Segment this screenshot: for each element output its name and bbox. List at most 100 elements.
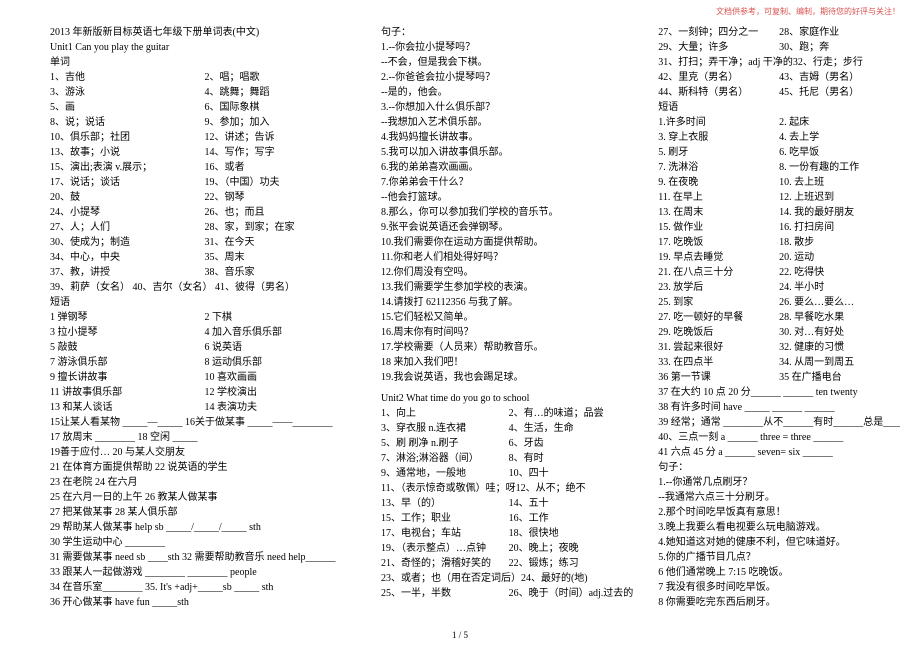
word-row: 5、画6、国际象棋: [50, 100, 359, 115]
phrase2-cell: 9. 在夜晚: [658, 175, 779, 190]
phrase-row: 3 拉小提琴4 加入音乐俱乐部: [50, 325, 359, 340]
phrase-cell: 2 下棋: [204, 310, 358, 325]
word2-row: 5、刷 刷净 n.刷子6、牙齿: [381, 436, 636, 451]
phrase2-cell: 36 第一节课: [658, 370, 779, 385]
phrase2-row: 5. 刷牙6. 吃早饭: [658, 145, 900, 160]
sentence-line: 10.我们需要你在运动方面提供帮助。: [381, 235, 636, 250]
sentence2-line: 8 你需要吃完东西后刷牙。: [658, 595, 900, 610]
phrase2-cell: 19. 早点去睡觉: [658, 250, 779, 265]
word2-cell: 2、有…的味道；品尝: [509, 406, 637, 421]
unit2-title: Unit2 What time do you go to school: [381, 391, 636, 406]
sentence-line: 2.--你爸爸会拉小提琴吗？: [381, 70, 636, 85]
fill2-line: 41 六点 45 分 a ______ seven= six ______: [658, 445, 900, 460]
fill2-line: 38 有许多时间 have _____ ______ ______: [658, 400, 900, 415]
phrase2-row: 19. 早点去睡觉20. 运动: [658, 250, 900, 265]
word-cell: 39、莉萨（女名） 40、吉尔（女名） 41、彼得（男名）: [50, 280, 359, 295]
word-cell: 13、故事；小说: [50, 145, 204, 160]
word2-cell: 8、有时: [509, 451, 637, 466]
phrase2-row: 11. 在早上12. 上班迟到: [658, 190, 900, 205]
phrase2-cell: 7. 洗淋浴: [658, 160, 779, 175]
word-row: 39、莉萨（女名） 40、吉尔（女名） 41、彼得（男名）: [50, 280, 359, 295]
sentence-line: 17.学校需要（人员来）帮助教音乐。: [381, 340, 636, 355]
word-cell: 37、教，讲授: [50, 265, 204, 280]
phrase2-cell: 34. 从周一到周五: [779, 355, 900, 370]
phrase2-cell: 24. 半小时: [779, 280, 900, 295]
word2-cell: 7、淋浴;淋浴器（间）: [381, 451, 509, 466]
phrase2-cell: 5. 刷牙: [658, 145, 779, 160]
phrase2-cell: 33. 在四点半: [658, 355, 779, 370]
unit1-title: Unit1 Can you play the guitar: [50, 40, 359, 55]
phrase2-cell: 28. 早餐吃水果: [779, 310, 900, 325]
sentence-line: 3.--你想加入什么俱乐部？: [381, 100, 636, 115]
word3-cell: 43、吉姆（男名）: [779, 70, 900, 85]
phrase-row: 9 擅长讲故事10 喜欢画画: [50, 370, 359, 385]
word2-cell: 14、五十: [509, 496, 637, 511]
word-cell: 4、跳舞；舞蹈: [204, 85, 358, 100]
sentence2-line: 7 我没有很多时间吃早饭。: [658, 580, 900, 595]
watermark: 文档供参考，可复制、编制，期待您的好评与关注！: [716, 6, 900, 18]
fill-line: 30 学生运动中心 ________: [50, 535, 359, 550]
subheading-phrases2: 短语: [658, 100, 900, 115]
word-cell: 26、也；而且: [204, 205, 358, 220]
word2-row: 1、向上2、有…的味道；品尝: [381, 406, 636, 421]
sentence-line: 16.周末你有时间吗？: [381, 325, 636, 340]
sentence2-line: --我通常六点三十分刷牙。: [658, 490, 900, 505]
word-row: 10、俱乐部；社团12、讲述；告诉: [50, 130, 359, 145]
word-cell: 15、演出;表演 v.展示；: [50, 160, 204, 175]
subheading-sentences: 句子：: [381, 25, 636, 40]
phrase-cell: 3 拉小提琴: [50, 325, 204, 340]
sentence-line: 5.我可以加入讲故事俱乐部。: [381, 145, 636, 160]
sentence-line: --我想加入艺术俱乐部。: [381, 115, 636, 130]
word2-row: 9、通常地，一般地10、四十: [381, 466, 636, 481]
word2-cell: 1、向上: [381, 406, 509, 421]
word-row: 15、演出;表演 v.展示；16、或者: [50, 160, 359, 175]
word2-cell: 16、工作: [509, 511, 637, 526]
phrase2-cell: 6. 吃早饭: [779, 145, 900, 160]
word2-cell: 20、晚上；夜晚: [509, 541, 637, 556]
sentence-line: 7.你弟弟会干什么？: [381, 175, 636, 190]
sentence-line: 12.你们周没有空吗。: [381, 265, 636, 280]
sentence-line: 19.我会说英语，我也会踢足球。: [381, 370, 636, 385]
word-cell: 8、说；说话: [50, 115, 204, 130]
word-row: 17、说话；谈话19、（中国）功夫: [50, 175, 359, 190]
phrase2-row: 27. 吃一顿好的早餐28. 早餐吃水果: [658, 310, 900, 325]
phrase2-cell: 17. 吃晚饭: [658, 235, 779, 250]
sentence-line: 1.--你会拉小提琴吗？: [381, 40, 636, 55]
word-cell: 5、画: [50, 100, 204, 115]
word-cell: 34、中心，中央: [50, 250, 204, 265]
column-3: 27、一刻钟；四分之一28、家庭作业29、大量；许多30、跑；奔31、打扫；弄干…: [658, 25, 900, 610]
phrase-cell: 1 弹钢琴: [50, 310, 204, 325]
word2-cell: 10、四十: [509, 466, 637, 481]
sentence2-line: 5.你的广播节目几点？: [658, 550, 900, 565]
word2-row: 13、早（的）14、五十: [381, 496, 636, 511]
word2-cell: 26、晚于（时间）adj.过去的: [509, 586, 637, 601]
word-cell: 38、音乐家: [204, 265, 358, 280]
phrase2-cell: 8. 一份有趣的工作: [779, 160, 900, 175]
word-cell: 14、写作；写字: [204, 145, 358, 160]
phrase2-row: 7. 洗淋浴8. 一份有趣的工作: [658, 160, 900, 175]
phrase-row: 11 讲故事俱乐部12 学校演出: [50, 385, 359, 400]
sentence-line: 14.请拨打 62112356 与我了解。: [381, 295, 636, 310]
column-2: 句子： 1.--你会拉小提琴吗？--不会，但是我会下棋。2.--你爸爸会拉小提琴…: [381, 25, 636, 610]
word2-cell: 5、刷 刷净 n.刷子: [381, 436, 509, 451]
phrase2-cell: 21. 在八点三十分: [658, 265, 779, 280]
word3-row: 29、大量；许多30、跑；奔: [658, 40, 900, 55]
sentence2-line: 3.晚上我要么看电视要么玩电脑游戏。: [658, 520, 900, 535]
phrase-cell: 6 说英语: [204, 340, 358, 355]
word2-row: 19、（表示整点）…点钟20、晚上；夜晚: [381, 541, 636, 556]
fill2-line: 37 在大约 10 点 20 分______ ______ ten twenty: [658, 385, 900, 400]
word3-cell: 32、行走；步行: [793, 55, 900, 70]
word3-cell: 44、斯科特（男名）: [658, 85, 779, 100]
sentence-line: 4.我妈妈擅长讲故事。: [381, 130, 636, 145]
phrase2-row: 17. 吃晚饭18. 散步: [658, 235, 900, 250]
word-row: 1、吉他2、唱；唱歌: [50, 70, 359, 85]
column-1: 2013 年新版新目标英语七年级下册单词表(中文) Unit1 Can you …: [50, 25, 359, 610]
word2-cell: 4、生活，生命: [509, 421, 637, 436]
word-row: 8、说；说话9、参加；加入: [50, 115, 359, 130]
phrase-cell: 12 学校演出: [204, 385, 358, 400]
word-cell: 27、人；人们: [50, 220, 204, 235]
phrase-row: 13 和某人谈话14 表演功夫: [50, 400, 359, 415]
word3-row: 27、一刻钟；四分之一28、家庭作业: [658, 25, 900, 40]
phrase2-cell: 20. 运动: [779, 250, 900, 265]
phrase2-cell: 31. 尝起来很好: [658, 340, 779, 355]
